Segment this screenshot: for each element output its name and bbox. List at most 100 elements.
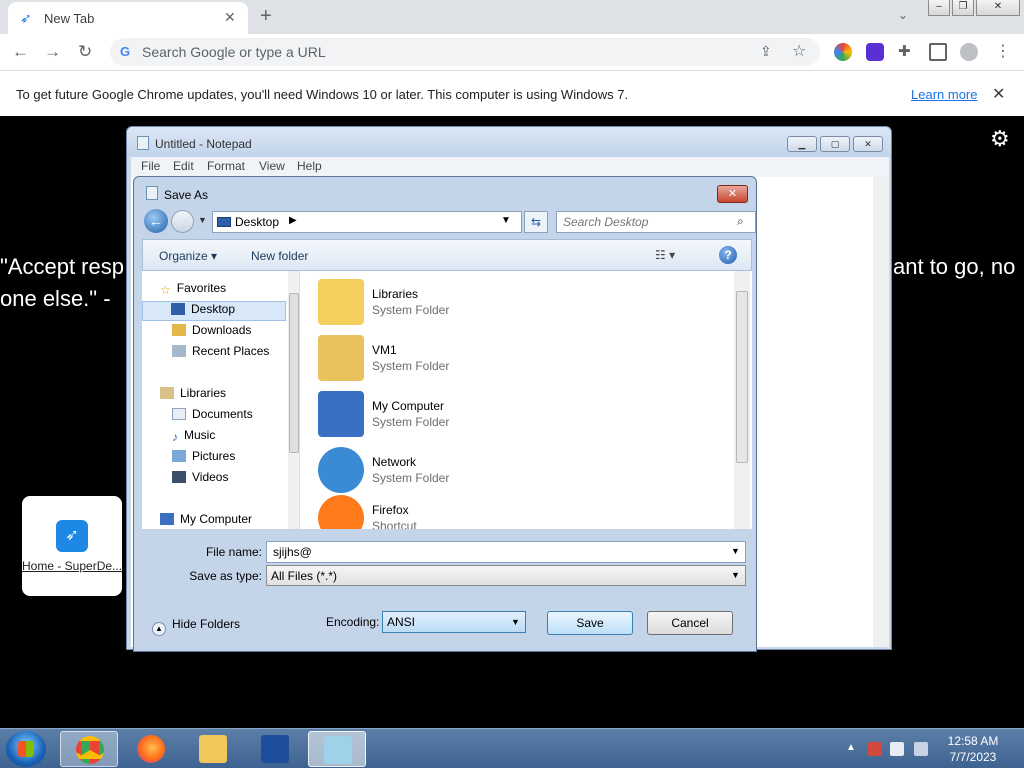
- hide-folders-button[interactable]: ▲ Hide Folders: [152, 617, 240, 636]
- command-bar: Organize ▾ New folder ☷ ▾ ?: [142, 239, 752, 271]
- chrome-menu-icon[interactable]: ⋮: [994, 43, 1012, 61]
- cancel-button[interactable]: Cancel: [647, 611, 733, 635]
- breadcrumb-arrow-icon[interactable]: ▶: [289, 215, 297, 226]
- file-item-my-computer[interactable]: My Computer System Folder: [318, 391, 698, 441]
- nav-recent-places[interactable]: Recent Places: [172, 344, 269, 364]
- minimize-button[interactable]: –: [928, 0, 950, 16]
- documents-icon: [172, 408, 186, 420]
- dialog-close-button[interactable]: ✕: [717, 185, 748, 203]
- nav-downloads[interactable]: Downloads: [172, 323, 251, 343]
- learn-more-link[interactable]: Learn more: [911, 87, 977, 102]
- nav-music[interactable]: ♪ Music: [172, 428, 215, 448]
- file-name-input[interactable]: sjijhs@ ▼: [266, 541, 746, 563]
- breadcrumb-dropdown-icon[interactable]: ▼: [501, 215, 511, 226]
- scrollbar-thumb[interactable]: [289, 293, 299, 453]
- extensions-puzzle-icon[interactable]: ✚: [898, 43, 916, 61]
- file-item-network[interactable]: Network System Folder: [318, 447, 698, 497]
- search-input[interactable]: [563, 214, 733, 230]
- save-button[interactable]: Save: [547, 611, 633, 635]
- tab-search-chevron-icon[interactable]: ⌄: [898, 8, 908, 22]
- network-icon[interactable]: [890, 742, 904, 756]
- close-window-button[interactable]: ✕: [976, 0, 1020, 16]
- profile-avatar-icon[interactable]: [960, 43, 978, 61]
- encoding-dropdown-icon[interactable]: ▼: [511, 617, 520, 627]
- encoding-label: Encoding:: [326, 615, 380, 629]
- change-view-icon[interactable]: ☷ ▾: [655, 248, 675, 262]
- start-button[interactable]: [6, 731, 46, 767]
- restore-button[interactable]: ❐: [952, 0, 974, 16]
- help-icon[interactable]: ?: [719, 246, 737, 264]
- scrollbar-thumb[interactable]: [736, 291, 748, 463]
- reload-icon[interactable]: ↻: [78, 42, 92, 62]
- breadcrumb-desktop[interactable]: Desktop: [235, 215, 279, 229]
- notepad-icon: [137, 136, 149, 150]
- save-type-dropdown-icon[interactable]: ▼: [731, 570, 740, 580]
- infobar-close-icon[interactable]: ✕: [992, 84, 1005, 104]
- file-name-dropdown-icon[interactable]: ▼: [731, 546, 740, 556]
- notepad-minimize-button[interactable]: ▁: [787, 136, 817, 152]
- notepad-titlebar[interactable]: Untitled - Notepad ▁ ▢ ✕: [127, 127, 891, 157]
- extension-s-icon[interactable]: [866, 43, 884, 61]
- back-arrow-icon[interactable]: ←: [144, 209, 168, 233]
- location-breadcrumb[interactable]: Desktop ▶ ▼: [212, 211, 522, 233]
- shortcut-tile[interactable]: ➶ Home - SuperDe...: [22, 496, 122, 596]
- tab-new-tab[interactable]: ➶ New Tab ✕: [8, 2, 248, 34]
- file-item-firefox[interactable]: Firefox Shortcut: [318, 495, 698, 529]
- nav-documents[interactable]: Documents: [172, 407, 253, 427]
- menu-edit[interactable]: Edit: [173, 159, 194, 173]
- forward-arrow-icon[interactable]: [171, 210, 194, 233]
- nav-desktop[interactable]: Desktop: [142, 301, 286, 321]
- color-picker-extension-icon[interactable]: [834, 43, 852, 61]
- taskbar-firefox[interactable]: [122, 731, 180, 767]
- search-desktop-field[interactable]: ⌕: [556, 211, 756, 233]
- save-as-type-label: Save as type:: [189, 569, 262, 583]
- show-hidden-icons-chevron-icon[interactable]: ▲: [846, 742, 856, 753]
- filename-section: File name: sjijhs@ ▼ Save as type: All F…: [142, 539, 752, 587]
- clock[interactable]: 12:58 AM 7/7/2023: [938, 733, 1008, 765]
- nav-my-computer[interactable]: My Computer: [160, 512, 252, 529]
- action-center-flag-icon[interactable]: [868, 742, 882, 756]
- notepad-icon: [146, 186, 158, 200]
- file-item-libraries[interactable]: Libraries System Folder: [318, 279, 698, 329]
- windows-logo-icon: [18, 741, 34, 757]
- recent-locations-chevron-icon[interactable]: ▼: [198, 215, 207, 225]
- back-arrow-icon[interactable]: ←: [12, 42, 29, 62]
- taskbar-powershell[interactable]: [246, 731, 304, 767]
- file-list-scrollbar[interactable]: [734, 271, 750, 529]
- save-as-titlebar[interactable]: Save As ✕: [134, 177, 756, 209]
- notepad-maximize-button[interactable]: ▢: [820, 136, 850, 152]
- close-tab-icon[interactable]: ✕: [224, 9, 236, 26]
- nav-pictures[interactable]: Pictures: [172, 449, 235, 469]
- bookmark-star-icon[interactable]: ☆: [792, 41, 806, 61]
- file-name-label: File name:: [205, 545, 262, 559]
- forward-arrow-icon[interactable]: →: [44, 42, 61, 62]
- new-folder-button[interactable]: New folder: [251, 249, 308, 263]
- nav-libraries[interactable]: Libraries: [160, 386, 226, 406]
- nav-videos[interactable]: Videos: [172, 470, 228, 490]
- taskbar-explorer[interactable]: [184, 731, 242, 767]
- organize-button[interactable]: Organize ▾: [159, 249, 217, 263]
- volume-icon[interactable]: [914, 742, 928, 756]
- notepad-scrollbar[interactable]: [873, 177, 889, 647]
- taskbar-notepad[interactable]: [308, 731, 366, 767]
- gear-icon[interactable]: ⚙: [990, 126, 1010, 152]
- chevron-up-icon: ▲: [152, 622, 166, 636]
- menu-help[interactable]: Help: [297, 159, 322, 173]
- navigation-scrollbar[interactable]: [288, 271, 299, 529]
- address-bar[interactable]: G Search Google or type a URL ⇪ ☆: [110, 38, 820, 66]
- nav-favorites[interactable]: ☆ Favorites: [160, 281, 226, 301]
- encoding-select[interactable]: ANSI ▼: [382, 611, 526, 633]
- refresh-icon[interactable]: ⇆: [524, 211, 548, 233]
- new-tab-button[interactable]: +: [260, 5, 272, 28]
- taskbar-chrome[interactable]: [60, 731, 118, 767]
- notepad-close-button[interactable]: ✕: [853, 136, 883, 152]
- file-list: Libraries System Folder VM1 System Folde…: [300, 271, 752, 529]
- menu-file[interactable]: File: [141, 159, 160, 173]
- side-panel-icon[interactable]: [929, 43, 947, 61]
- share-icon[interactable]: ⇪: [760, 43, 772, 60]
- menu-view[interactable]: View: [259, 159, 285, 173]
- menu-format[interactable]: Format: [207, 159, 245, 173]
- search-icon[interactable]: ⌕: [737, 214, 744, 229]
- save-as-type-select[interactable]: All Files (*.*) ▼: [266, 565, 746, 586]
- file-item-vm1[interactable]: VM1 System Folder: [318, 335, 698, 385]
